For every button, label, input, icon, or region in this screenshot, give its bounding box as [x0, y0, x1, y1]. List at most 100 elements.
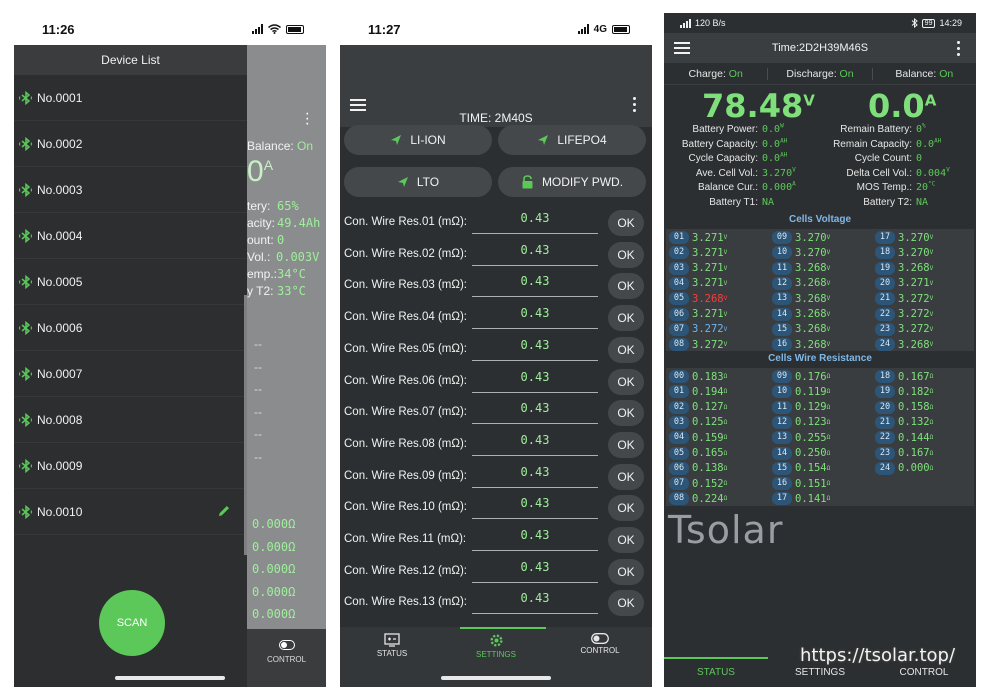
wire-res-input[interactable]: 0.43	[472, 556, 598, 583]
phone-status: 120 B/s 99 14:29 Time:2D2H39M46S Charge:…	[664, 13, 976, 687]
info-value: 0.004V	[916, 166, 950, 179]
device-item[interactable]: No.0005	[14, 259, 247, 305]
device-item[interactable]: No.0004	[14, 213, 247, 259]
ok-button[interactable]: OK	[608, 495, 644, 522]
cell-wire-resistance: 10 0.119 Ω	[772, 384, 830, 399]
wire-res-input[interactable]: 0.43	[472, 270, 598, 298]
pencil-icon[interactable]	[217, 504, 231, 521]
cell-unit: Ω	[723, 418, 728, 426]
bluetooth-icon	[19, 366, 32, 381]
ok-button[interactable]: OK	[608, 463, 644, 490]
device-item[interactable]: No.0009	[14, 443, 247, 489]
drawer-scrollbar[interactable]	[244, 295, 247, 555]
lto-button[interactable]: LTO	[344, 167, 492, 197]
device-item[interactable]: No.0007	[14, 351, 247, 397]
cell-value: 0.255	[795, 431, 827, 444]
cell-voltage: 03 3.271 V	[669, 261, 727, 276]
cell-value: 0.154	[795, 462, 827, 475]
info-row: Ave. Cell Vol.: 3.270V	[668, 167, 796, 179]
info-row: MOS Temp.: 20°C	[822, 181, 936, 193]
cell-index-badge: 22	[875, 307, 895, 321]
info-label: Delta Cell Vol.:	[846, 167, 912, 179]
cell-unit: V	[929, 341, 934, 349]
wire-res-input[interactable]: 0.43	[472, 239, 598, 266]
cell-index-badge: 12	[772, 415, 792, 429]
wire-res-input[interactable]: 0.43	[472, 366, 598, 393]
cell-index-badge: 14	[772, 307, 792, 321]
wire-res-input[interactable]: 0.43	[472, 429, 598, 456]
ok-button[interactable]: OK	[608, 590, 644, 617]
device-item[interactable]: No.0008	[14, 397, 247, 443]
ok-button[interactable]: OK	[608, 210, 644, 236]
more-menu-icon[interactable]	[633, 97, 636, 112]
wire-res-input[interactable]: 0.43	[472, 492, 598, 520]
device-item[interactable]: No.0006	[14, 305, 247, 351]
cell-voltage: 01 3.271 V	[669, 230, 727, 245]
wire-res-row: Con. Wire Res.09 (mΩ): 0.43 OK	[340, 461, 652, 493]
bg-dash: --	[254, 449, 262, 464]
cell-index-badge: 16	[772, 477, 792, 491]
wire-res-input[interactable]: 0.43	[472, 461, 598, 488]
cell-voltage: 19 3.268 V	[875, 261, 933, 276]
ok-button[interactable]: OK	[608, 368, 644, 395]
device-item[interactable]: No.0003	[14, 167, 247, 213]
home-indicator[interactable]	[441, 676, 551, 680]
wire-res-input[interactable]: 0.43	[472, 524, 598, 551]
cell-value: 3.271	[692, 231, 724, 244]
cell-index-badge: 10	[772, 385, 792, 399]
cell-unit: V	[929, 325, 934, 333]
cell-unit: V	[723, 295, 728, 303]
wire-res-input[interactable]: 0.43	[472, 207, 598, 234]
lifepo4-button[interactable]: LIFEPO4	[498, 125, 646, 155]
tab-status[interactable]: STATUS	[362, 633, 422, 658]
tab-control[interactable]: CONTROL	[570, 633, 630, 655]
device-item[interactable]: No.0002	[14, 121, 247, 167]
tab-settings[interactable]: SETTINGS	[466, 633, 526, 659]
info-label: Cycle Capacity:	[688, 153, 758, 165]
tab-status[interactable]: STATUS	[664, 667, 768, 678]
cell-value: 3.268	[795, 338, 827, 351]
cell-value: 0.127	[692, 401, 724, 414]
home-indicator[interactable]	[115, 676, 225, 680]
cell-value: 0.159	[692, 431, 724, 444]
menu-icon[interactable]	[350, 99, 366, 111]
wire-res-label: Con. Wire Res.01 (mΩ):	[344, 216, 467, 228]
wire-res-input[interactable]: 0.43	[472, 334, 598, 361]
status-monitor-icon	[384, 633, 400, 647]
cell-unit: V	[723, 234, 728, 241]
ok-button[interactable]: OK	[608, 527, 644, 553]
device-list-drawer: Device List No.0001 No.0002 No.0003 No.0004…	[14, 45, 247, 687]
bluetooth-icon	[19, 504, 32, 519]
device-item[interactable]: No.0001	[14, 75, 247, 121]
info-label: Cycle Count:	[854, 153, 912, 165]
device-item[interactable]: No.0010	[14, 489, 247, 535]
scan-button[interactable]: SCAN	[99, 590, 165, 656]
cell-value: 0.000	[898, 462, 930, 475]
li-ion-button[interactable]: LI-ION	[344, 125, 492, 155]
ok-button[interactable]: OK	[608, 273, 644, 300]
cell-unit: Ω	[723, 480, 728, 488]
wire-res-input[interactable]: 0.43	[472, 397, 598, 425]
ok-button[interactable]: OK	[608, 241, 644, 268]
wire-res-row: Con. Wire Res.08 (mΩ): 0.43 OK	[340, 429, 652, 461]
ok-button[interactable]: OK	[608, 336, 644, 363]
wire-res-input[interactable]: 0.43	[472, 587, 598, 615]
wire-res-input[interactable]: 0.43	[472, 302, 598, 330]
cell-unit: V	[826, 325, 831, 333]
ok-button[interactable]: OK	[608, 305, 644, 332]
modify-password-button[interactable]: MODIFY PWD.	[498, 167, 646, 197]
ok-button[interactable]: OK	[608, 431, 644, 458]
more-menu-icon[interactable]	[957, 41, 960, 56]
bg-resistance-value: 0.000Ω	[252, 607, 296, 621]
cell-voltage: 20 3.271 V	[875, 276, 933, 291]
cell-index-badge: 22	[875, 431, 895, 445]
ok-button[interactable]: OK	[608, 558, 644, 585]
tab-settings[interactable]: SETTINGS	[768, 667, 872, 678]
tab-control[interactable]: CONTROL	[872, 667, 976, 678]
ok-button[interactable]: OK	[608, 400, 644, 427]
cell-index-badge: 02	[669, 400, 689, 414]
cell-value: 0.141	[795, 492, 827, 505]
send-icon	[397, 177, 408, 187]
cell-unit: V	[723, 325, 728, 333]
bg-dash: --	[254, 427, 262, 441]
